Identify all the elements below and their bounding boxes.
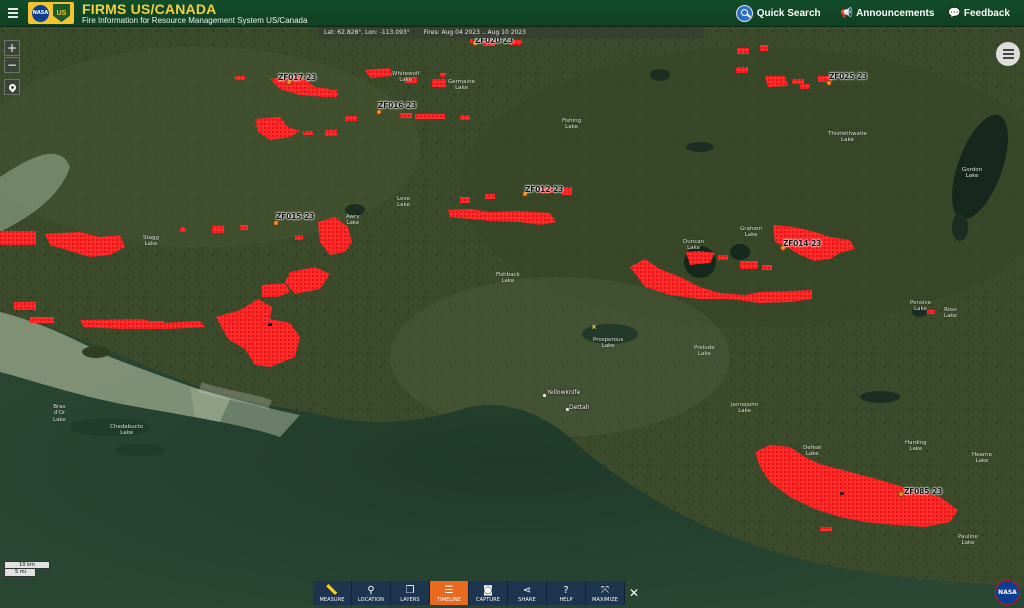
zoom-in-button[interactable]: + (4, 40, 20, 56)
fire-label-zf014[interactable]: ZF014-23 (783, 239, 821, 248)
toolbar-close-button[interactable]: ✕ (625, 581, 643, 605)
help-label: HELP (559, 597, 573, 603)
ruler-icon: 📏 (325, 585, 339, 596)
my-location-button[interactable] (4, 79, 20, 95)
agency-logos: NASA US (28, 2, 74, 24)
layers-icon: ❐ (405, 585, 415, 596)
coordinate-readout: Lat: 62.828°, Lon: -113.093° Fires: Aug … (318, 27, 704, 38)
cursor-lat-lon: Lat: 62.828°, Lon: -113.093° (324, 29, 410, 36)
timeline-button[interactable]: ☰ TIMELINE (430, 581, 469, 605)
place-whitewolf-lake: Whitewolf Lake (392, 71, 420, 84)
question-icon: ? (563, 585, 569, 596)
firms-app: NASA US FIRMS US/CANADA Fire Information… (0, 0, 1024, 608)
place-pensive-lake: Pensive Lake (910, 300, 932, 313)
place-love-lake: Love Lake (397, 196, 410, 209)
measure-button[interactable]: 📏 MEASURE (313, 581, 352, 605)
place-fishing-lake: Fishing Lake (562, 118, 582, 131)
place-hearne-lake: Hearne Lake (972, 452, 992, 465)
place-chedabucto-lake: Chedabucto Lake (110, 424, 144, 437)
measure-label: MEASURE (319, 597, 345, 603)
place-thistlethwaite-lake: Thistlethwaite Lake (828, 131, 867, 144)
place-prosperous-lake: Prosperous Lake (593, 337, 624, 350)
layers-button[interactable]: ❐ LAYERS (391, 581, 430, 605)
town-dot-yellowknife (543, 394, 546, 397)
app-title: FIRMS US/CANADA (82, 0, 217, 17)
fire-label-zf025[interactable]: ZF025-23 (829, 72, 867, 81)
place-harding-lake: Harding Lake (905, 440, 927, 453)
fire-label-zf012[interactable]: ZF012-23 (525, 185, 563, 194)
location-label: LOCATION (357, 597, 385, 603)
place-awry-lake: Awry Lake (346, 214, 360, 227)
quick-search-button[interactable]: Quick Search (735, 4, 821, 22)
place-duncan-lake: Duncan Lake (683, 239, 705, 252)
layer-list-button[interactable] (996, 42, 1020, 66)
nasa-meatball-logo: NASA (995, 580, 1020, 605)
zoom-controls: + − (4, 40, 20, 95)
share-button[interactable]: ⋖ SHARE (508, 581, 547, 605)
app-header: NASA US FIRMS US/CANADA Fire Information… (0, 0, 1024, 27)
town-dettah: Dettah (569, 404, 590, 411)
place-pauline-lake: Pauline Lake (958, 534, 978, 547)
search-icon (735, 4, 753, 22)
town-yellowknife: Yellowknife (547, 389, 581, 396)
maximize-button[interactable]: ⤧ MAXIMIZE (586, 581, 625, 605)
scale-km: 10 km (4, 561, 50, 569)
fire-label-zf085[interactable]: ZF085-23 (904, 487, 942, 496)
chat-bubble-icon: 💬 (948, 7, 961, 19)
camera-icon: ◙ (483, 585, 493, 596)
share-icon: ⋖ (522, 585, 532, 596)
fires-date-range: Fires: Aug 04 2023 .. Aug 10 2023 (423, 29, 526, 36)
place-jennejohn-lake: Jennejohn Lake (731, 402, 759, 415)
megaphone-icon: 📢 (840, 7, 854, 19)
capture-button[interactable]: ◙ CAPTURE (469, 581, 508, 605)
expand-arrows-icon: ⤧ (601, 585, 609, 596)
satellite-map[interactable]: ZF017-23 ZF016-23 ZF025-23 ZF012-23 ZF01… (0, 27, 1024, 608)
place-germaine-lake: Germaine Lake (448, 79, 475, 92)
hamburger-menu-icon[interactable] (2, 0, 24, 27)
location-pin-icon: ⚲ (367, 585, 375, 596)
help-button[interactable]: ? HELP (547, 581, 586, 605)
usfs-logo: US (53, 4, 70, 22)
location-button[interactable]: ⚲ LOCATION (352, 581, 391, 605)
layers-label: LAYERS (400, 597, 420, 603)
map-scale: 10 km 5 mi (4, 561, 50, 577)
map-pin-icon (7, 82, 17, 92)
cursor-marker-icon: × (591, 323, 597, 331)
map-canvas (0, 27, 1024, 608)
place-prelude-lake: Prelude Lake (694, 345, 715, 358)
feedback-link[interactable]: 💬 Feedback (948, 8, 1010, 19)
quick-search-label: Quick Search (756, 7, 821, 19)
fire-label-zf016[interactable]: ZF016-23 (378, 101, 416, 110)
zoom-out-button[interactable]: − (4, 57, 20, 73)
map-toolbar: 📏 MEASURE ⚲ LOCATION ❐ LAYERS ☰ TIMELINE… (313, 581, 643, 605)
place-ross-lake: Ross Lake (944, 307, 957, 320)
share-label: SHARE (518, 597, 536, 603)
title-block: FIRMS US/CANADA Fire Information for Res… (82, 2, 307, 25)
nasa-logo: NASA (32, 4, 49, 22)
scale-mi: 5 mi (4, 569, 36, 577)
sliders-icon: ☰ (444, 585, 454, 596)
fire-label-zf015[interactable]: ZF015-23 (276, 212, 314, 221)
announcements-link[interactable]: 📢 Announcements (841, 8, 935, 19)
header-actions: Quick Search 📢 Announcements 💬 Feedback (735, 0, 1024, 27)
app-subtitle: Fire Information for Resource Management… (82, 15, 308, 25)
maximize-label: MAXIMIZE (592, 597, 618, 603)
announcements-label: Announcements (856, 7, 935, 19)
place-stagg-lake: Stagg Lake (143, 235, 160, 248)
fire-label-zf017[interactable]: ZF017-23 (278, 73, 316, 82)
place-graham-lake: Graham Lake (740, 226, 763, 239)
timeline-label: TIMELINE (437, 597, 461, 603)
place-defeat-lake: Defeat Lake (803, 445, 822, 458)
place-bras-dor-lake: Bras d'Or Lake (53, 404, 66, 423)
capture-label: CAPTURE (476, 597, 500, 603)
place-fishback-lake: Fishback Lake (496, 272, 520, 285)
feedback-label: Feedback (963, 7, 1010, 19)
place-gordon-lake: Gordon Lake (962, 167, 983, 180)
